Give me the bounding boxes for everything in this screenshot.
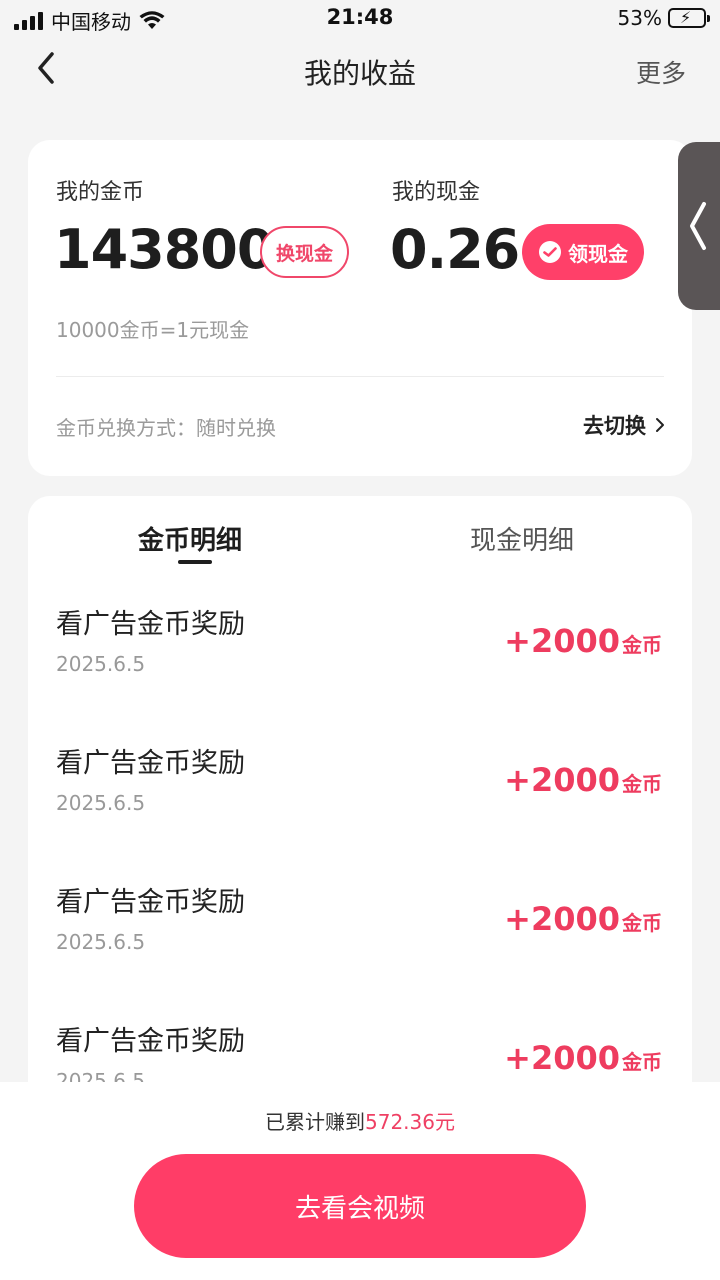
record-amount: +2000 金币 (504, 622, 662, 660)
card-divider (56, 376, 664, 377)
record-title: 看广告金币奖励 (56, 887, 245, 918)
side-float-tab[interactable] (678, 142, 720, 310)
exchange-cash-button[interactable]: 换现金 (260, 226, 350, 278)
switch-method-button[interactable]: 去切换 (583, 410, 666, 440)
detail-list-card: 金币明细 现金明细 看广告金币奖励 2025.6.5 +2000 金币 看广告金… (28, 496, 692, 1116)
record-amount: +2000 金币 (504, 1039, 662, 1077)
list-item: 看广告金币奖励 2025.6.5 +2000 金币 (28, 731, 692, 870)
record-amount: +2000 金币 (504, 761, 662, 799)
tab-coin-detail[interactable]: 金币明细 (138, 520, 242, 557)
chevron-right-icon (656, 418, 664, 432)
total-earned-amount: 572.36元 (365, 1110, 455, 1134)
chevron-left-icon (690, 202, 706, 250)
more-button[interactable]: 更多 (636, 54, 686, 90)
status-bar: 中国移动 21:48 53% ⚡ (0, 0, 720, 38)
record-amount-unit: 金币 (622, 1050, 662, 1074)
nav-bar: 我的收益 更多 (0, 38, 720, 104)
record-amount-value: +2000 (504, 900, 620, 938)
exchange-rate: 10000金币=1元现金 (56, 318, 250, 342)
list-item: 看广告金币奖励 2025.6.5 +2000 金币 (28, 592, 692, 731)
switch-label: 去切换 (583, 414, 646, 438)
record-date: 2025.6.5 (56, 791, 146, 815)
record-amount-value: +2000 (504, 622, 620, 660)
earnings-screen: 中国移动 21:48 53% ⚡ 我的收益 更多 我的金币 143800 换现金… (0, 0, 720, 1280)
wallet-icon (539, 241, 561, 263)
page-title: 我的收益 (303, 57, 416, 90)
withdraw-button-label: 领现金 (568, 241, 628, 266)
charging-bolt-icon: ⚡ (680, 8, 692, 27)
record-amount: +2000 金币 (504, 900, 662, 938)
exchange-method: 金币兑换方式：随时兑换 (56, 416, 276, 440)
record-amount-value: +2000 (504, 1039, 620, 1077)
record-amount-unit: 金币 (622, 911, 662, 935)
status-right: 53% ⚡ (617, 6, 710, 30)
record-date: 2025.6.5 (56, 652, 146, 676)
coins-value: 143800 (54, 218, 274, 281)
cash-label: 我的现金 (392, 180, 481, 205)
battery-icon: ⚡ (668, 8, 710, 28)
tab-active-indicator (178, 560, 212, 564)
record-title: 看广告金币奖励 (56, 609, 245, 640)
coins-label: 我的金币 (56, 180, 145, 205)
withdraw-cash-button[interactable]: 领现金 (522, 224, 644, 280)
record-title: 看广告金币奖励 (56, 748, 245, 779)
total-earned-label: 已累计赚到 (265, 1110, 365, 1134)
record-amount-value: +2000 (504, 761, 620, 799)
watch-video-button[interactable]: 去看会视频 (134, 1154, 586, 1258)
record-amount-unit: 金币 (622, 633, 662, 657)
cash-value: 0.26 (390, 218, 520, 281)
detail-tabs: 金币明细 现金明细 (28, 496, 692, 576)
tab-cash-detail[interactable]: 现金明细 (470, 520, 574, 557)
status-time: 21:48 (326, 5, 394, 29)
battery-percent: 53% (617, 6, 662, 30)
record-date: 2025.6.5 (56, 930, 146, 954)
total-earned: 已累计赚到572.36元 (0, 1106, 720, 1135)
record-amount-unit: 金币 (622, 772, 662, 796)
coin-record-list: 看广告金币奖励 2025.6.5 +2000 金币 看广告金币奖励 2025.6… (28, 592, 692, 1116)
record-title: 看广告金币奖励 (56, 1026, 245, 1057)
bottom-action-bar: 已累计赚到572.36元 去看会视频 (0, 1082, 720, 1280)
list-item: 看广告金币奖励 2025.6.5 +2000 金币 (28, 870, 692, 1009)
earnings-summary-card: 我的金币 143800 换现金 我的现金 0.26 领现金 10000金币=1元… (28, 140, 692, 476)
